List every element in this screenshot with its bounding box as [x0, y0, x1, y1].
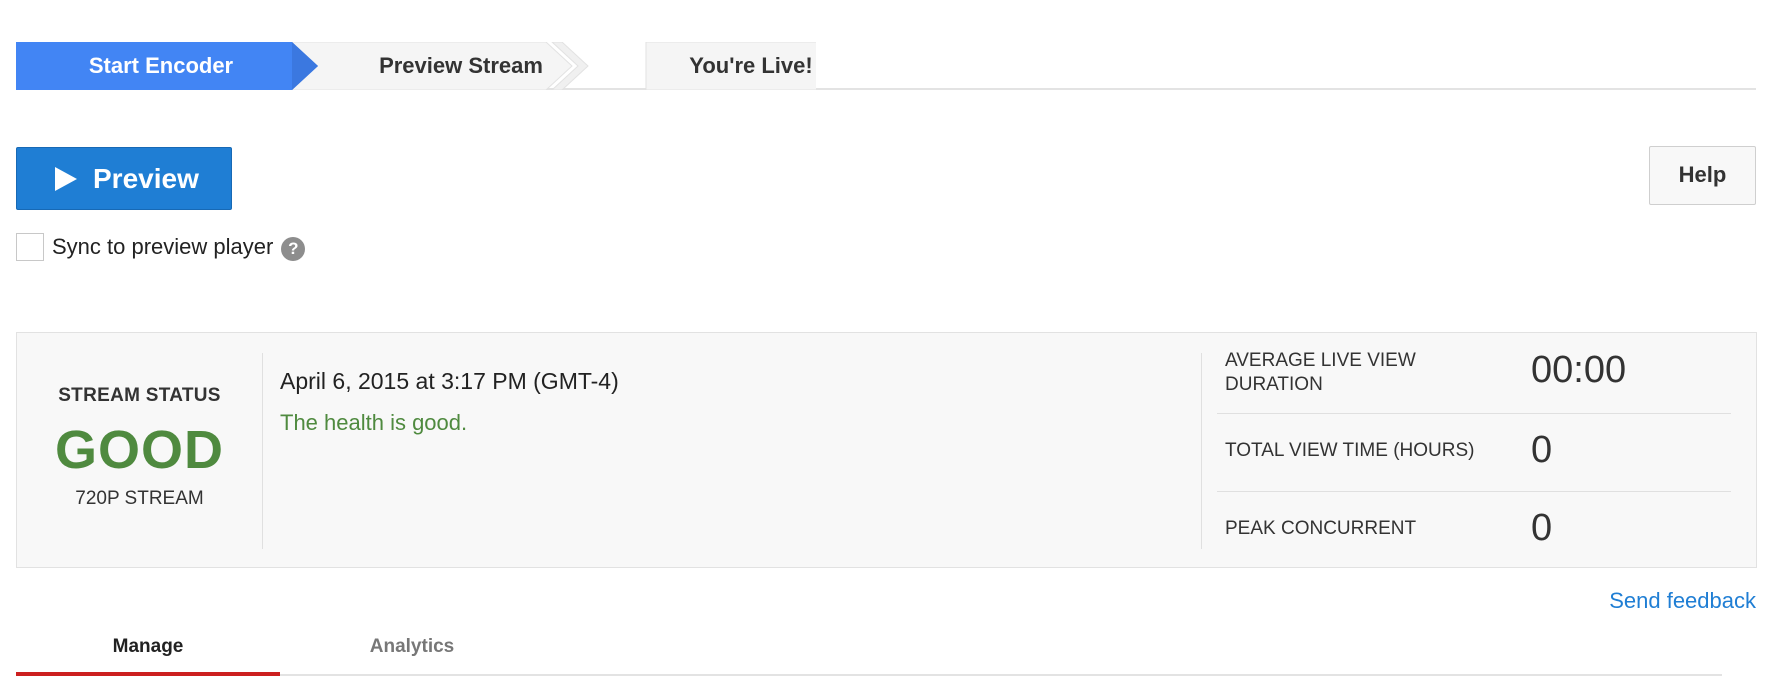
help-button[interactable]: Help [1649, 146, 1756, 205]
stream-status-panel: STREAM STATUS GOOD 720P STREAM April 6, … [16, 332, 1757, 568]
sync-checkbox[interactable] [16, 233, 44, 261]
stream-status-summary: STREAM STATUS GOOD 720P STREAM [17, 333, 262, 567]
step-start-encoder[interactable]: Start Encoder [16, 42, 306, 90]
active-tab-indicator [16, 672, 280, 676]
metric-divider [1217, 413, 1731, 414]
health-message: The health is good. [280, 410, 468, 435]
status-timestamp: April 6, 2015 at 3:17 PM (GMT-4) [280, 368, 619, 394]
send-feedback-link[interactable]: Send feedback [1609, 588, 1756, 614]
metric-label-avg-duration: AVERAGE LIVE VIEW DURATION [1225, 350, 1416, 395]
metric-label-total-view-time: TOTAL VIEW TIME (HOURS) [1225, 440, 1475, 461]
stream-resolution: 720P STREAM [75, 488, 204, 509]
sync-label[interactable]: Sync to preview player [52, 234, 273, 260]
panel-divider-left [262, 353, 263, 549]
metric-label-peak-concurrent: PEAK CONCURRENT [1225, 518, 1417, 539]
panel-divider-right [1201, 353, 1202, 549]
tab-analytics[interactable]: Analytics [280, 620, 544, 674]
metric-value-total-view-time: 0 [1531, 429, 1553, 471]
step-youre-live[interactable]: You're Live! [606, 42, 896, 90]
preview-button[interactable]: Preview [16, 147, 232, 210]
metric-divider [1217, 491, 1731, 492]
step-preview-stream[interactable]: Preview Stream [316, 42, 606, 90]
play-icon [55, 166, 77, 191]
stream-status-value: GOOD [54, 420, 224, 480]
sync-option: Sync to preview player ? [16, 232, 306, 262]
step-progress-bar: Start Encoder Preview Stream You're Live… [16, 42, 1756, 90]
tab-manage[interactable]: Manage [16, 620, 280, 674]
tab-bar: Manage Analytics [16, 620, 1722, 676]
metric-value-avg-duration: 00:00 [1531, 349, 1627, 391]
metric-value-peak-concurrent: 0 [1531, 507, 1553, 549]
help-question-icon[interactable]: ? [281, 237, 306, 261]
stream-status-title: STREAM STATUS [58, 385, 221, 406]
preview-button-label: Preview [93, 162, 199, 194]
